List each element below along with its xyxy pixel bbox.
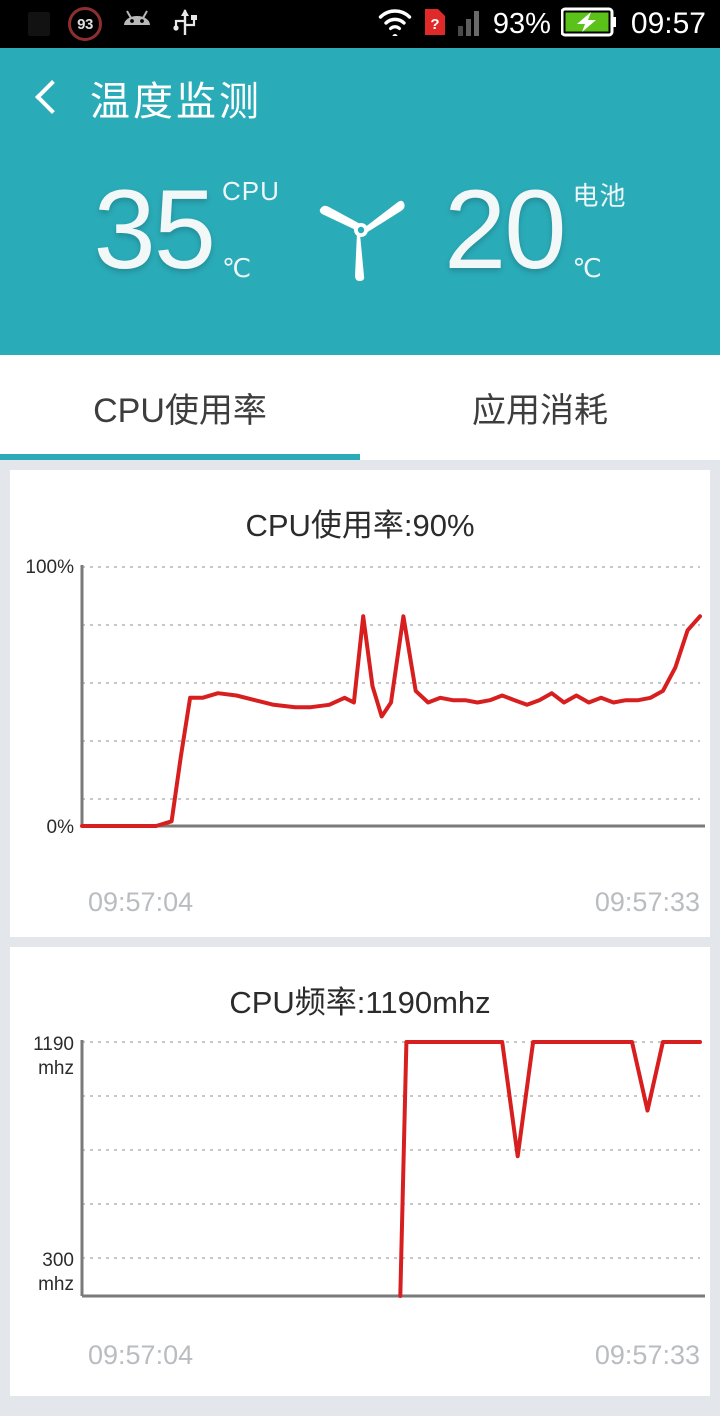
x-tick-end: 09:57:33 <box>595 1340 700 1370</box>
sim-question-icon: ? <box>423 7 447 42</box>
gridlines <box>82 1041 700 1259</box>
cpu-frequency-chart-title: CPU频率:1190mhz <box>229 985 491 1020</box>
usb-icon <box>172 7 198 42</box>
status-bar-left-icons: 93 <box>0 7 198 42</box>
battery-temp-value: 20 <box>443 167 567 292</box>
status-bar-clock: 09:57 <box>630 7 706 40</box>
cpu-temp-value: 35 <box>93 167 216 292</box>
battery-temp-unit: ℃ <box>572 253 602 283</box>
status-bar-right-icons: ? 93% 09:57 <box>377 7 720 42</box>
tab-bar[interactable]: CPU使用率 应用消耗 <box>0 355 720 460</box>
y-tick-top: 100% <box>25 557 74 578</box>
signal-bars-icon <box>457 7 483 42</box>
cpu-frequency-chart-card: CPU频率:1190mhz 1190 mhz 300 mhz 09:57:04 … <box>10 947 710 1396</box>
notification-icon <box>28 12 50 36</box>
app-header: 温度监测 35 CPU ℃ 20 电池 ℃ <box>0 48 720 355</box>
tab-cpu-usage[interactable]: CPU使用率 <box>0 355 360 460</box>
cpu-temp-unit: ℃ <box>222 253 252 283</box>
y-tick-bottom-value: 300 <box>42 1250 74 1271</box>
status-bar: 93 ? 93% 09:57 <box>0 0 720 48</box>
back-arrow-icon[interactable] <box>30 81 64 115</box>
battery-charging-icon <box>560 7 617 42</box>
battery-percent-label: 93% <box>492 7 551 40</box>
cpu-usage-plot: 100% 0% 09:57:04 09:57:33 <box>10 551 710 937</box>
tab-app-consumption[interactable]: 应用消耗 <box>360 355 720 460</box>
cpu-frequency-plot: 1190 mhz 300 mhz 09:57:04 09:57:33 <box>10 1028 710 1396</box>
y-tick-bottom: 0% <box>47 817 75 838</box>
android-icon <box>120 9 154 40</box>
title-bar: 温度监测 <box>0 48 720 148</box>
y-tick-top-unit: mhz <box>38 1058 74 1079</box>
svg-text:?: ? <box>430 16 439 33</box>
tab-active-indicator <box>0 454 360 460</box>
cpu-usage-chart-title: CPU使用率:90% <box>245 508 475 543</box>
cpu-usage-line <box>80 614 702 828</box>
x-tick-start: 09:57:04 <box>88 887 193 917</box>
battery-temp-label: 电池 <box>572 181 627 211</box>
page-title: 温度监测 <box>90 80 262 124</box>
temperature-readouts: 35 CPU ℃ 20 电池 ℃ <box>0 170 720 290</box>
cpu-temperature: 35 CPU ℃ <box>93 167 280 292</box>
battery-circle-icon: 93 <box>68 7 102 41</box>
x-tick-start: 09:57:04 <box>88 1340 193 1370</box>
y-tick-top-value: 1190 <box>33 1034 74 1055</box>
cpu-frequency-line <box>398 1040 702 1298</box>
y-tick-bottom-unit: mhz <box>38 1274 74 1295</box>
gridlines <box>82 566 700 800</box>
cpu-usage-chart-card: CPU使用率:90% 100% 0% 09:57:04 09:57:33 <box>10 470 710 937</box>
battery-temperature: 20 电池 ℃ <box>443 167 627 292</box>
cpu-temp-label: CPU <box>222 176 280 206</box>
charts-container: CPU使用率:90% 100% 0% 09:57:04 09:57:33 CPU… <box>0 460 720 1416</box>
x-tick-end: 09:57:33 <box>595 887 700 917</box>
wifi-icon <box>377 8 413 41</box>
fan-icon <box>302 170 422 290</box>
